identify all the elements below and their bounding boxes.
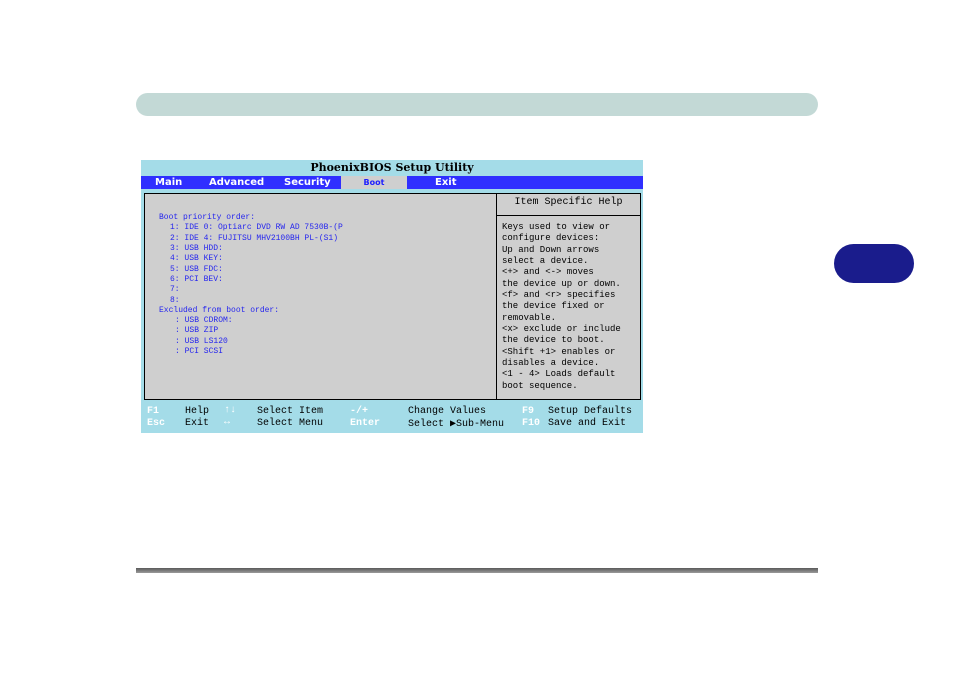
excluded-item-3[interactable]: : USB LS120 <box>175 337 228 346</box>
boot-item-8[interactable]: 8: <box>170 296 180 305</box>
select-item-label: Select Item <box>257 406 324 417</box>
excluded-item-1[interactable]: : USB CDROM: <box>175 316 233 325</box>
menu-boot[interactable]: Boot <box>341 176 407 189</box>
bios-title: PhoenixBIOS Setup Utility <box>310 161 474 174</box>
boot-item-5[interactable]: 5: USB FDC: <box>170 265 223 274</box>
header-bar <box>136 93 818 116</box>
help-line: configure devices: <box>502 233 600 243</box>
chapter-tab <box>834 244 914 283</box>
excluded-heading: Excluded from boot order: <box>159 306 280 315</box>
help-line: the device to boot. <box>502 335 605 345</box>
help-line: <f> and <r> specifies <box>502 290 616 300</box>
up-down-arrows-icon: ↑↓ <box>224 405 237 416</box>
help-line: <Shift +1> enables or <box>502 347 616 357</box>
key-f1: F1 <box>147 406 160 417</box>
help-line: removable. <box>502 313 557 323</box>
boot-item-7[interactable]: 7: <box>170 285 180 294</box>
help-line: the device fixed or <box>502 301 605 311</box>
select-menu-label: Select Menu <box>257 418 324 429</box>
help-title: Item Specific Help <box>514 197 623 208</box>
key-enter: Enter <box>350 418 381 429</box>
boot-priority-heading: Boot priority order: <box>159 213 256 222</box>
help-line: boot sequence. <box>502 381 578 391</box>
help-line: Keys used to view or <box>502 222 611 232</box>
exit-label: Exit <box>185 418 210 429</box>
excluded-item-2[interactable]: : USB ZIP <box>175 326 218 335</box>
key-plus-minus: -/+ <box>350 406 369 417</box>
boot-item-2[interactable]: 2: IDE 4: FUJITSU MHV2100BH PL-(S1) <box>170 234 338 243</box>
help-line: Up and Down arrows <box>502 245 600 255</box>
help-line: <1 - 4> Loads default <box>502 369 616 379</box>
help-line: select a device. <box>502 256 589 266</box>
boot-item-3[interactable]: 3: USB HDD: <box>170 244 223 253</box>
select-submenu-label: Select ▶Sub-Menu <box>408 419 505 430</box>
help-line: disables a device. <box>502 358 600 368</box>
boot-item-4[interactable]: 4: USB KEY: <box>170 254 223 263</box>
help-title-rule <box>497 215 640 216</box>
menu-bar: Main Advanced Security Boot Exit <box>141 176 643 189</box>
excluded-item-4[interactable]: : PCI SCSI <box>175 347 223 356</box>
left-right-arrows-icon: ↔ <box>224 417 231 428</box>
key-f9: F9 <box>522 406 535 417</box>
help-line: the device up or down. <box>502 279 621 289</box>
menu-advanced[interactable]: Advanced <box>209 176 264 189</box>
key-esc: Esc <box>147 418 166 429</box>
main-panel: Item Specific Help Boot priority order: … <box>144 193 641 400</box>
help-label: Help <box>185 406 210 417</box>
boot-item-1[interactable]: 1: IDE 0: Optiarc DVD RW AD 7530B-(P <box>170 223 343 232</box>
panel-divider <box>496 194 497 399</box>
save-exit-label: Save and Exit <box>548 418 627 429</box>
change-values-label: Change Values <box>408 406 487 417</box>
setup-defaults-label: Setup Defaults <box>548 406 633 417</box>
menu-security[interactable]: Security <box>284 176 331 189</box>
key-f10: F10 <box>522 418 541 429</box>
footer-rule <box>136 568 818 573</box>
menu-exit[interactable]: Exit <box>435 176 457 189</box>
help-line: <+> and <-> moves <box>502 267 594 277</box>
boot-item-6[interactable]: 6: PCI BEV: <box>170 275 223 284</box>
bios-screen: PhoenixBIOS Setup Utility Main Advanced … <box>141 160 643 433</box>
menu-main[interactable]: Main <box>155 176 182 189</box>
help-line: <x> exclude or include <box>502 324 621 334</box>
